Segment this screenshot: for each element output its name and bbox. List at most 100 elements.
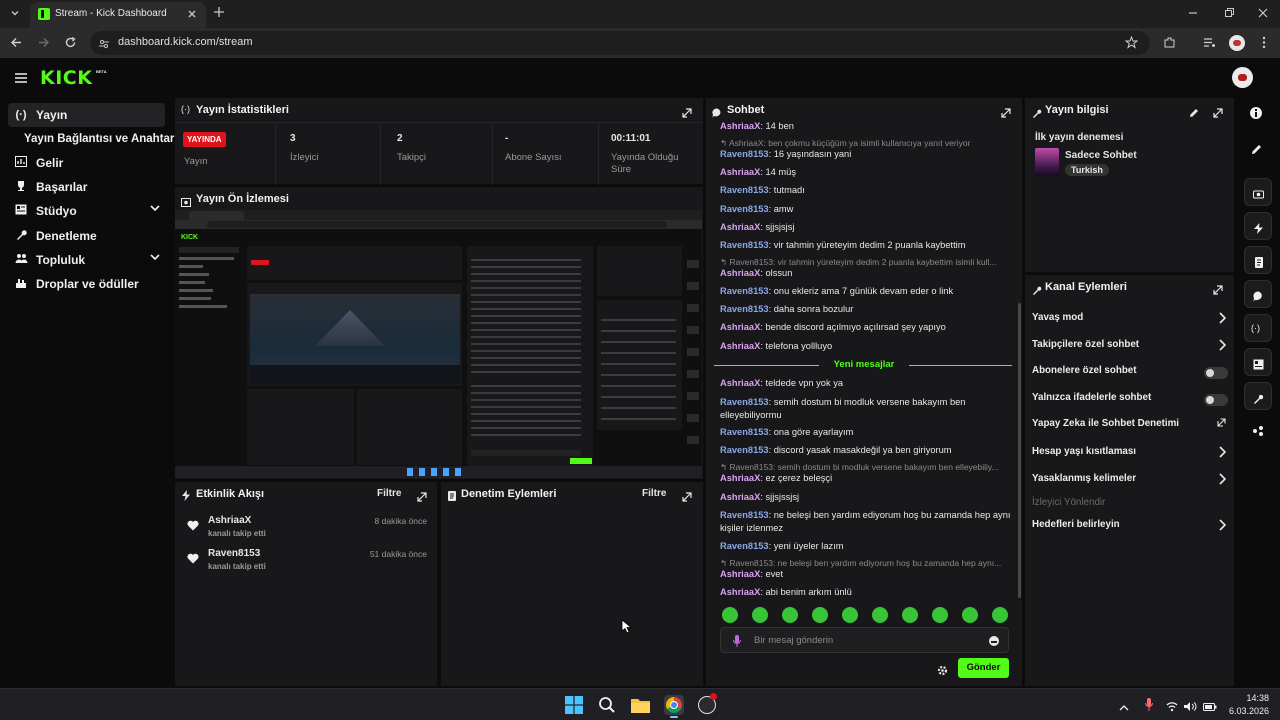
obs-taskbar-icon[interactable]: [698, 693, 717, 714]
volume-icon[interactable]: [1184, 699, 1197, 711]
browser-tab[interactable]: Stream - Kick Dashboard: [30, 2, 206, 28]
edit-pencil-icon[interactable]: [1251, 142, 1262, 154]
close-tab-icon[interactable]: [186, 7, 198, 19]
stream-preview-video[interactable]: KICK: [175, 210, 702, 478]
windows-start-icon[interactable]: [565, 696, 583, 714]
chat-username[interactable]: AshriaaX: [720, 473, 760, 483]
emote-icon[interactable]: [992, 607, 1008, 623]
chat-username[interactable]: Raven8153: [720, 149, 769, 159]
chat-username[interactable]: Raven8153: [720, 304, 769, 314]
emote-icon[interactable]: [722, 607, 738, 623]
emote-icon[interactable]: [812, 607, 828, 623]
banned-words-row[interactable]: Yasaklanmış kelimeler: [1032, 473, 1228, 491]
chat-username[interactable]: Raven8153: [720, 445, 769, 455]
goals-row[interactable]: Hedefleri belirleyin: [1032, 519, 1228, 537]
media-controls-icon[interactable]: [1202, 36, 1216, 52]
followers-only-row[interactable]: Takipçilere özel sohbet: [1032, 339, 1228, 357]
chat-username[interactable]: Raven8153: [720, 541, 769, 551]
expand-icon[interactable]: [417, 489, 427, 502]
reload-icon[interactable]: [63, 36, 77, 52]
chat-username[interactable]: Raven8153: [720, 510, 769, 520]
sidebar-item-gelir[interactable]: Gelir: [8, 151, 165, 175]
user-avatar[interactable]: [1232, 67, 1253, 88]
chevron-down-icon[interactable]: [149, 251, 161, 266]
chat-username[interactable]: AshriaaX: [720, 378, 760, 388]
chat-username[interactable]: Raven8153: [720, 286, 769, 296]
chat-username[interactable]: AshriaaX: [720, 341, 760, 351]
tray-overflow-icon[interactable]: [1119, 700, 1129, 711]
rail-studio-button[interactable]: [1244, 348, 1272, 376]
expand-icon[interactable]: [1213, 282, 1223, 295]
tab-search-icon[interactable]: [8, 7, 22, 22]
rail-extensions-button[interactable]: [1244, 416, 1272, 444]
chat-settings-gear-icon[interactable]: [937, 663, 948, 676]
forward-icon[interactable]: [36, 36, 50, 52]
bookmark-star-icon[interactable]: [1124, 35, 1139, 49]
rail-chat-button[interactable]: [1244, 280, 1272, 308]
chat-username[interactable]: AshriaaX: [720, 222, 760, 232]
sidebar-item-denetleme[interactable]: Denetleme: [8, 224, 165, 248]
chat-username[interactable]: AshriaaX: [720, 492, 760, 502]
wifi-icon[interactable]: [1166, 699, 1178, 712]
chat-username[interactable]: AshriaaX: [720, 268, 760, 278]
taskbar-search-icon[interactable]: [598, 696, 616, 714]
chat-username[interactable]: AshriaaX: [720, 587, 760, 597]
chat-username[interactable]: Raven8153: [720, 397, 769, 407]
chat-input-box[interactable]: Bir mesaj gönderin: [720, 627, 1009, 653]
chat-scrollbar[interactable]: [1018, 303, 1021, 598]
clock-time[interactable]: 14:38: [1229, 693, 1269, 703]
emote-icon[interactable]: [842, 607, 858, 623]
new-tab-icon[interactable]: [212, 6, 226, 21]
minimize-icon[interactable]: [1186, 7, 1200, 22]
edit-pencil-icon[interactable]: [1189, 105, 1199, 117]
file-explorer-icon[interactable]: [631, 697, 650, 713]
battery-icon[interactable]: [1203, 699, 1217, 711]
microphone-icon[interactable]: [733, 634, 741, 647]
chat-username[interactable]: Raven8153: [720, 204, 769, 214]
chevron-down-icon[interactable]: [149, 202, 161, 217]
rail-tools-button[interactable]: [1244, 382, 1272, 410]
activity-user[interactable]: AshriaaX: [208, 515, 251, 526]
emote-icon[interactable]: [962, 607, 978, 623]
chat-username[interactable]: Raven8153: [720, 185, 769, 195]
close-window-icon[interactable]: [1256, 7, 1270, 22]
site-info-icon[interactable]: [98, 37, 110, 49]
expand-icon[interactable]: [682, 105, 692, 118]
chrome-taskbar-icon[interactable]: [664, 695, 684, 718]
clock-date[interactable]: 6.03.2026: [1219, 706, 1269, 716]
expand-icon[interactable]: [1213, 105, 1223, 118]
category-name[interactable]: Sadece Sohbet: [1065, 150, 1137, 161]
moderation-filter-button[interactable]: Filtre: [642, 488, 666, 499]
chat-username[interactable]: AshriaaX: [720, 121, 760, 131]
profile-avatar-icon[interactable]: [1229, 35, 1245, 51]
slow-mode-row[interactable]: Yavaş mod: [1032, 312, 1228, 330]
send-button[interactable]: Gönder: [958, 658, 1009, 678]
extensions-icon[interactable]: [1162, 36, 1176, 52]
sidebar-item-studyo[interactable]: Stüdyo: [8, 199, 165, 223]
sidebar-item-yayin[interactable]: (·) Yayın: [8, 103, 165, 127]
microphone-in-use-icon[interactable]: [1145, 698, 1153, 711]
subscribers-only-toggle[interactable]: [1204, 367, 1228, 379]
rail-activity-button[interactable]: [1244, 212, 1272, 240]
chat-username[interactable]: Raven8153: [720, 427, 769, 437]
emote-icon[interactable]: [902, 607, 918, 623]
restore-icon[interactable]: [1222, 7, 1236, 22]
sidebar-item-stream-key[interactable]: Yayın Bağlantısı ve Anahtarı: [24, 127, 178, 151]
rail-moderation-button[interactable]: [1244, 246, 1272, 274]
back-icon[interactable]: [9, 36, 23, 52]
chat-username[interactable]: AshriaaX: [720, 167, 760, 177]
chat-username[interactable]: AshriaaX: [720, 569, 760, 579]
address-bar[interactable]: dashboard.kick.com/stream: [90, 31, 1150, 55]
expand-icon[interactable]: [1001, 105, 1011, 118]
sidebar-item-droplar[interactable]: Droplar ve ödüller: [8, 272, 165, 296]
emote-icon[interactable]: [872, 607, 888, 623]
ai-moderation-row[interactable]: Yapay Zeka ile Sohbet Denetimi: [1032, 418, 1228, 436]
account-age-row[interactable]: Hesap yaşı kısıtlaması: [1032, 446, 1228, 464]
activity-user[interactable]: Raven8153: [208, 548, 260, 559]
chat-username[interactable]: AshriaaX: [720, 322, 760, 332]
emotes-only-toggle[interactable]: [1204, 394, 1228, 406]
emoji-picker-icon[interactable]: [989, 636, 999, 646]
chrome-menu-icon[interactable]: [1259, 36, 1269, 52]
activity-filter-button[interactable]: Filtre: [377, 488, 401, 499]
hamburger-menu-icon[interactable]: [14, 71, 28, 83]
